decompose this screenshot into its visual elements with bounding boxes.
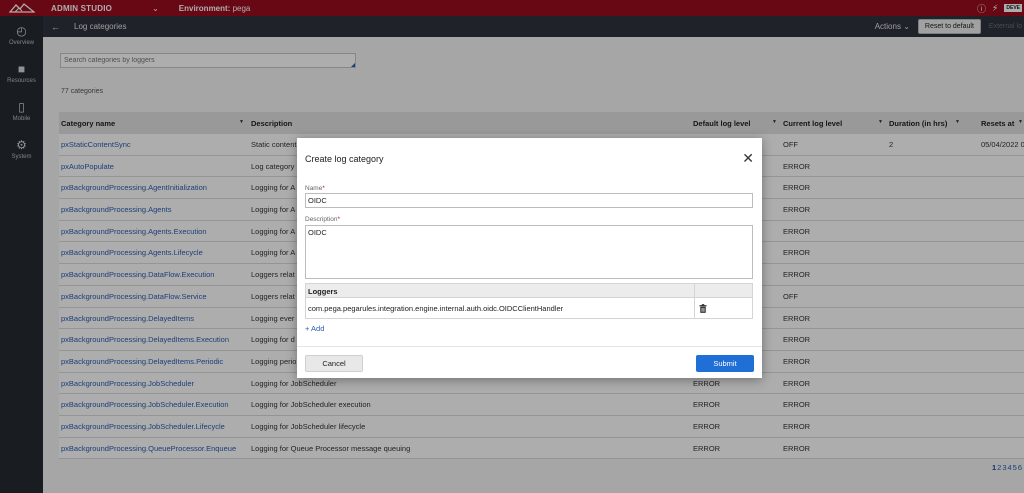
logger-row: com.pega.pegarules.integration.engine.in…	[306, 298, 752, 318]
description-field[interactable]: OIDC	[305, 225, 753, 279]
logger-value[interactable]: com.pega.pegarules.integration.engine.in…	[306, 298, 695, 318]
dialog-footer: Cancel Submit	[297, 346, 762, 378]
close-icon[interactable]: ✕	[742, 151, 754, 165]
trash-icon[interactable]	[695, 298, 752, 318]
required-marker: *	[337, 216, 341, 223]
submit-button[interactable]: Submit	[696, 355, 754, 372]
required-marker: *	[322, 185, 325, 192]
description-label-text: Description	[305, 216, 338, 223]
name-label-text: Name	[305, 185, 323, 192]
name-label: Name*	[305, 185, 325, 192]
name-field[interactable]	[305, 193, 753, 208]
create-log-category-dialog: Create log category ✕ Name* Description*…	[297, 138, 762, 378]
description-label: Description*	[305, 216, 340, 223]
loggers-column-header: Loggers	[306, 284, 695, 297]
loggers-header: Loggers	[306, 284, 752, 298]
loggers-table: Loggers com.pega.pegarules.integration.e…	[305, 283, 753, 319]
cancel-button[interactable]: Cancel	[305, 355, 363, 372]
add-logger-link[interactable]: + Add	[305, 324, 324, 333]
dialog-title: Create log category	[305, 154, 384, 164]
